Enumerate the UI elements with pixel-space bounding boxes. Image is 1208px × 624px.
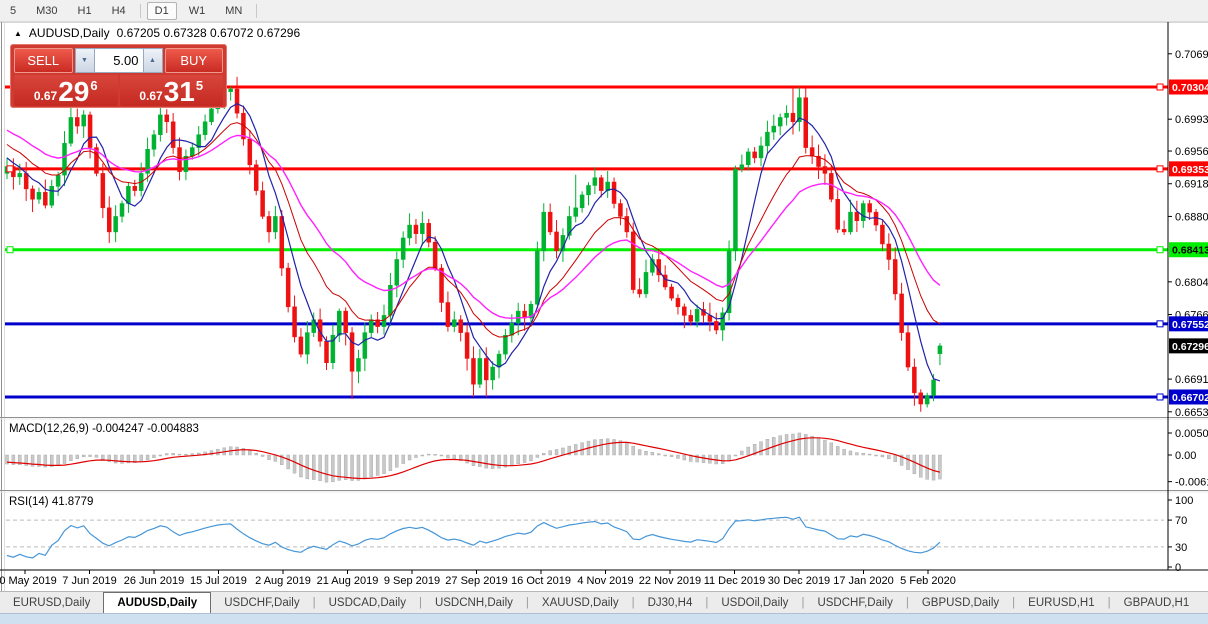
svg-text:-0.006148: -0.006148 bbox=[1175, 477, 1208, 489]
sell-button[interactable]: SELL bbox=[14, 48, 73, 73]
buy-price-sup: 5 bbox=[195, 78, 204, 93]
buy-price-display[interactable]: 0.67 31 5 bbox=[119, 75, 223, 108]
timeframe-button-h1[interactable]: H1 bbox=[70, 2, 100, 20]
svg-text:0.70304: 0.70304 bbox=[1172, 82, 1208, 94]
svg-text:0.70690: 0.70690 bbox=[1175, 49, 1208, 61]
tab-scroll-arrows: ◄► bbox=[1202, 593, 1208, 614]
sell-price-display[interactable]: 0.67 29 6 bbox=[14, 75, 118, 106]
svg-text:22 Nov 2019: 22 Nov 2019 bbox=[639, 575, 701, 587]
tab-usdoil-daily[interactable]: USDOil,Daily bbox=[708, 593, 801, 614]
svg-text:7 Jun 2019: 7 Jun 2019 bbox=[62, 575, 116, 587]
svg-text:0.66910: 0.66910 bbox=[1175, 374, 1208, 386]
volume-decrease-icon[interactable]: ▼ bbox=[74, 48, 95, 73]
svg-text:15 Jul 2019: 15 Jul 2019 bbox=[190, 575, 247, 587]
svg-text:0.67296: 0.67296 bbox=[1172, 341, 1208, 353]
chart-tab-bar: EURUSD,Daily AUDUSD,Daily USDCHF,Daily | USD… bbox=[0, 591, 1208, 614]
svg-text:70: 70 bbox=[1175, 515, 1187, 527]
svg-text:0.69930: 0.69930 bbox=[1175, 114, 1208, 126]
toolbar-separator bbox=[256, 3, 258, 18]
svg-text:26 Jun 2019: 26 Jun 2019 bbox=[124, 575, 185, 587]
svg-text:0.68800: 0.68800 bbox=[1175, 211, 1208, 223]
svg-text:30 Dec 2019: 30 Dec 2019 bbox=[768, 575, 830, 587]
timeframe-button-5[interactable]: 5 bbox=[2, 2, 24, 20]
timeframe-button-mn[interactable]: MN bbox=[217, 2, 250, 20]
tab-usdcnh-daily[interactable]: USDCNH,Daily bbox=[422, 593, 526, 614]
timeframe-toolbar: 5 M30 H1 H4 D1 W1 MN bbox=[0, 0, 1208, 22]
tab-gbpaud-h1[interactable]: GBPAUD,H1 bbox=[1111, 593, 1203, 614]
svg-text:0.69560: 0.69560 bbox=[1175, 146, 1208, 158]
chart-symbol-label: AUDUSD,Daily bbox=[28, 26, 110, 40]
macd-indicator-label: MACD(12,26,9) -0.004247 -0.004883 bbox=[9, 423, 199, 435]
svg-text:5 Feb 2020: 5 Feb 2020 bbox=[900, 575, 956, 587]
buy-button[interactable]: BUY bbox=[164, 48, 223, 73]
tab-usdchf-daily[interactable]: USDCHF,Daily bbox=[211, 593, 312, 614]
sell-price-big: 29 bbox=[58, 76, 90, 108]
tab-eurusd-daily[interactable]: EURUSD,Daily bbox=[0, 593, 103, 614]
svg-text:2 Aug 2019: 2 Aug 2019 bbox=[255, 575, 311, 587]
svg-text:27 Sep 2019: 27 Sep 2019 bbox=[445, 575, 507, 587]
timeframe-button-d1[interactable]: D1 bbox=[146, 1, 177, 20]
svg-text:0: 0 bbox=[1175, 562, 1181, 574]
tab-eurusd-h1[interactable]: EURUSD,H1 bbox=[1015, 593, 1107, 614]
svg-text:0.69353: 0.69353 bbox=[1172, 164, 1208, 176]
tab-audusd-daily[interactable]: AUDUSD,Daily bbox=[103, 592, 212, 614]
svg-text:0.68040: 0.68040 bbox=[1175, 277, 1208, 289]
rsi-indicator-label: RSI(14) 41.8779 bbox=[9, 496, 94, 508]
svg-text:100: 100 bbox=[1175, 495, 1193, 507]
svg-text:11 Dec 2019: 11 Dec 2019 bbox=[704, 575, 766, 587]
timeframe-button-m30[interactable]: M30 bbox=[28, 2, 65, 20]
svg-text:0.69180: 0.69180 bbox=[1175, 179, 1208, 191]
svg-text:4 Nov 2019: 4 Nov 2019 bbox=[577, 575, 633, 587]
collapse-arrow-icon[interactable]: ▲ bbox=[14, 29, 22, 38]
svg-text:0.66530: 0.66530 bbox=[1175, 407, 1208, 419]
tab-gbpusd-daily[interactable]: GBPUSD,Daily bbox=[909, 593, 1012, 614]
timeframe-button-h4[interactable]: H4 bbox=[104, 2, 134, 20]
svg-text:30: 30 bbox=[1175, 542, 1187, 554]
timeframe-button-w1[interactable]: W1 bbox=[181, 2, 214, 20]
buy-price-prefix: 0.67 bbox=[139, 89, 163, 103]
sell-price-sup: 6 bbox=[90, 78, 98, 93]
window-bottom-edge bbox=[0, 613, 1208, 624]
terminal-window: 0.70690 0.69930 0.69560 0.69180 0.68800 0.680… bbox=[0, 0, 1208, 624]
svg-text:20 May 2019: 20 May 2019 bbox=[0, 575, 57, 587]
svg-text:0.68413: 0.68413 bbox=[1172, 245, 1208, 257]
sell-price-prefix: 0.67 bbox=[33, 89, 58, 103]
svg-text:0.66702: 0.66702 bbox=[1172, 392, 1208, 404]
buy-price-big: 31 bbox=[163, 76, 195, 108]
tab-xauusd-daily[interactable]: XAUUSD,Daily bbox=[529, 593, 632, 614]
toolbar-separator bbox=[139, 3, 141, 18]
svg-text:0.00: 0.00 bbox=[1175, 450, 1196, 462]
volume-stepper: ▼ 5.00 ▲ bbox=[74, 48, 163, 73]
chart-ohlc-values: 0.67205 0.67328 0.67072 0.67296 bbox=[116, 26, 301, 40]
svg-text:21 Aug 2019: 21 Aug 2019 bbox=[317, 575, 379, 587]
tab-usdchf-daily[interactable]: USDCHF,Daily bbox=[804, 593, 905, 614]
tab-dj30-h4[interactable]: DJ30,H4 bbox=[635, 593, 706, 614]
volume-increase-icon[interactable]: ▲ bbox=[142, 48, 163, 73]
volume-input[interactable]: 5.00 bbox=[94, 48, 143, 73]
one-click-trading-panel: SELL ▼ 5.00 ▲ BUY 0.67 29 6 0.67 31 5 bbox=[10, 44, 227, 108]
svg-text:16 Oct 2019: 16 Oct 2019 bbox=[511, 575, 571, 587]
chart-title: ▲ AUDUSD,Daily 0.67205 0.67328 0.67072 0… bbox=[14, 26, 300, 40]
svg-text:9 Sep 2019: 9 Sep 2019 bbox=[384, 575, 440, 587]
svg-text:17 Jan 2020: 17 Jan 2020 bbox=[833, 575, 894, 587]
svg-text:0.67552: 0.67552 bbox=[1172, 319, 1208, 331]
tab-usdcad-daily[interactable]: USDCAD,Daily bbox=[316, 593, 419, 614]
svg-text:0.005076: 0.005076 bbox=[1175, 428, 1208, 440]
